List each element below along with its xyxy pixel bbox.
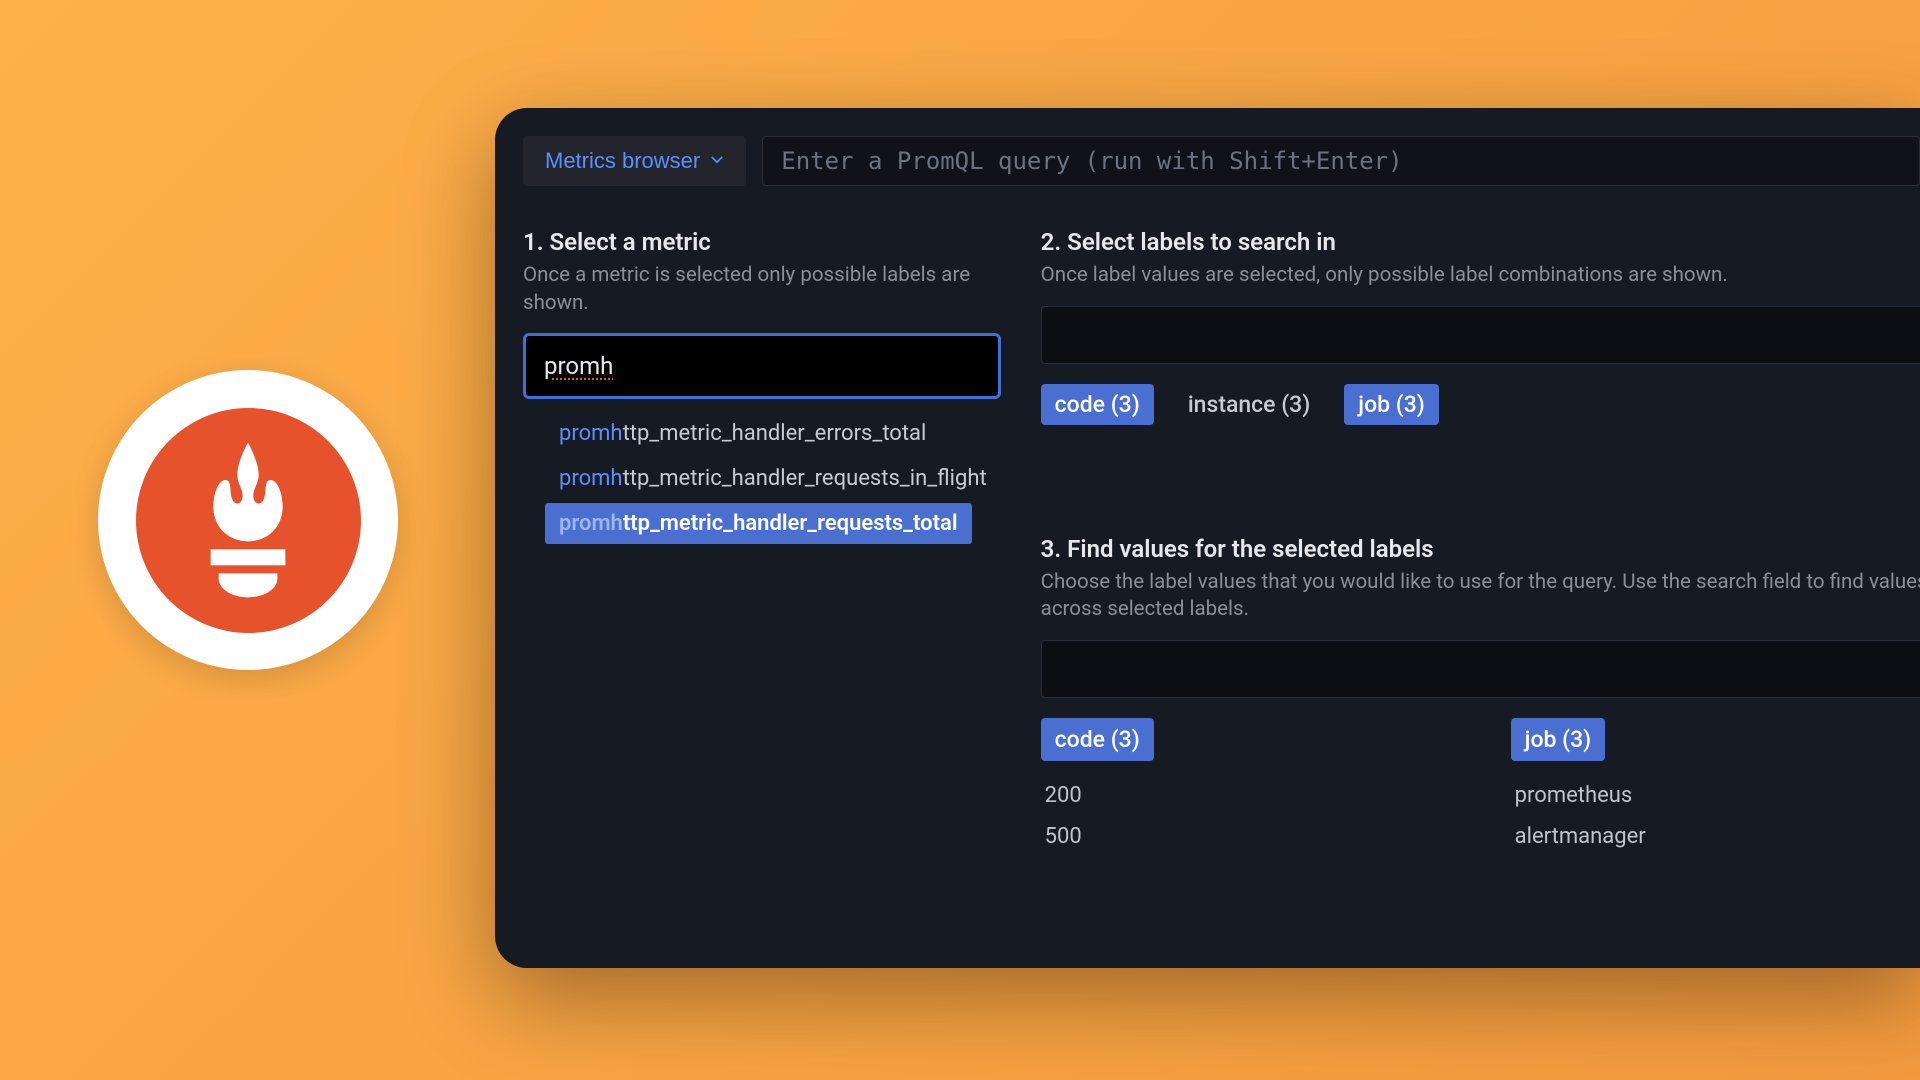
values-search-input[interactable] (1041, 640, 1920, 698)
step-3-find-values: 3. Find values for the selected labels C… (1041, 535, 1920, 857)
label-values-columns: code (3) 200 500 job (3) prometheus aler… (1041, 718, 1920, 857)
values-col-job: job (3) prometheus alertmanager (1511, 718, 1920, 857)
metric-suggestions: promhttp_metric_handler_errors_total pro… (523, 413, 1001, 548)
match-text: promh (559, 466, 623, 491)
step-1-title: 1. Select a metric (523, 228, 1001, 256)
label-chips: code (3) instance (3) job (3) (1041, 384, 1920, 425)
values-header-code[interactable]: code (3) (1041, 718, 1154, 761)
label-chip-code[interactable]: code (3) (1041, 384, 1154, 425)
chevron-down-icon (710, 154, 724, 168)
label-chip-job[interactable]: job (3) (1344, 384, 1439, 425)
metric-search-input[interactable] (523, 333, 1001, 399)
rest-text: ttp_metric_handler_requests_in_flight (623, 466, 987, 491)
values-header-job[interactable]: job (3) (1511, 718, 1606, 761)
match-text: promh (559, 421, 623, 446)
metrics-browser-toggle[interactable]: Metrics browser (523, 136, 746, 186)
label-value[interactable]: 500 (1041, 816, 1489, 857)
prometheus-flame-icon (178, 440, 318, 600)
metrics-browser-panel: Metrics browser 1. Select a metric Once … (495, 108, 1920, 968)
metrics-browser-label: Metrics browser (545, 148, 700, 174)
prometheus-logo-badge (98, 370, 398, 670)
step-3-title: 3. Find values for the selected labels (1041, 535, 1920, 563)
step-2-subtitle: Once label values are selected, only pos… (1041, 262, 1920, 290)
label-value[interactable]: 200 (1041, 775, 1489, 816)
rest-text: ttp_metric_handler_errors_total (623, 421, 927, 446)
metric-suggestion[interactable]: promhttp_metric_handler_requests_in_flig… (545, 458, 1001, 499)
step-1-subtitle: Once a metric is selected only possible … (523, 262, 1001, 317)
label-value[interactable]: prometheus (1511, 775, 1920, 816)
label-value[interactable]: alertmanager (1511, 816, 1920, 857)
metric-suggestion-selected[interactable]: promhttp_metric_handler_requests_total (545, 503, 972, 544)
step-2-title: 2. Select labels to search in (1041, 228, 1920, 256)
metric-suggestion[interactable]: promhttp_metric_handler_errors_total (545, 413, 940, 454)
values-col-code: code (3) 200 500 (1041, 718, 1511, 857)
rest-text: ttp_metric_handler_requests_total (623, 511, 958, 536)
prometheus-logo (136, 408, 361, 633)
match-text: promh (559, 511, 623, 536)
step-3-subtitle: Choose the label values that you would l… (1041, 569, 1920, 624)
promql-query-input[interactable] (762, 136, 1920, 186)
query-topbar: Metrics browser (523, 136, 1920, 186)
label-chip-instance[interactable]: instance (3) (1174, 384, 1324, 425)
step-1-select-metric: 1. Select a metric Once a metric is sele… (523, 228, 1001, 857)
label-search-input[interactable] (1041, 306, 1920, 364)
step-2-select-labels: 2. Select labels to search in Once label… (1041, 228, 1920, 425)
